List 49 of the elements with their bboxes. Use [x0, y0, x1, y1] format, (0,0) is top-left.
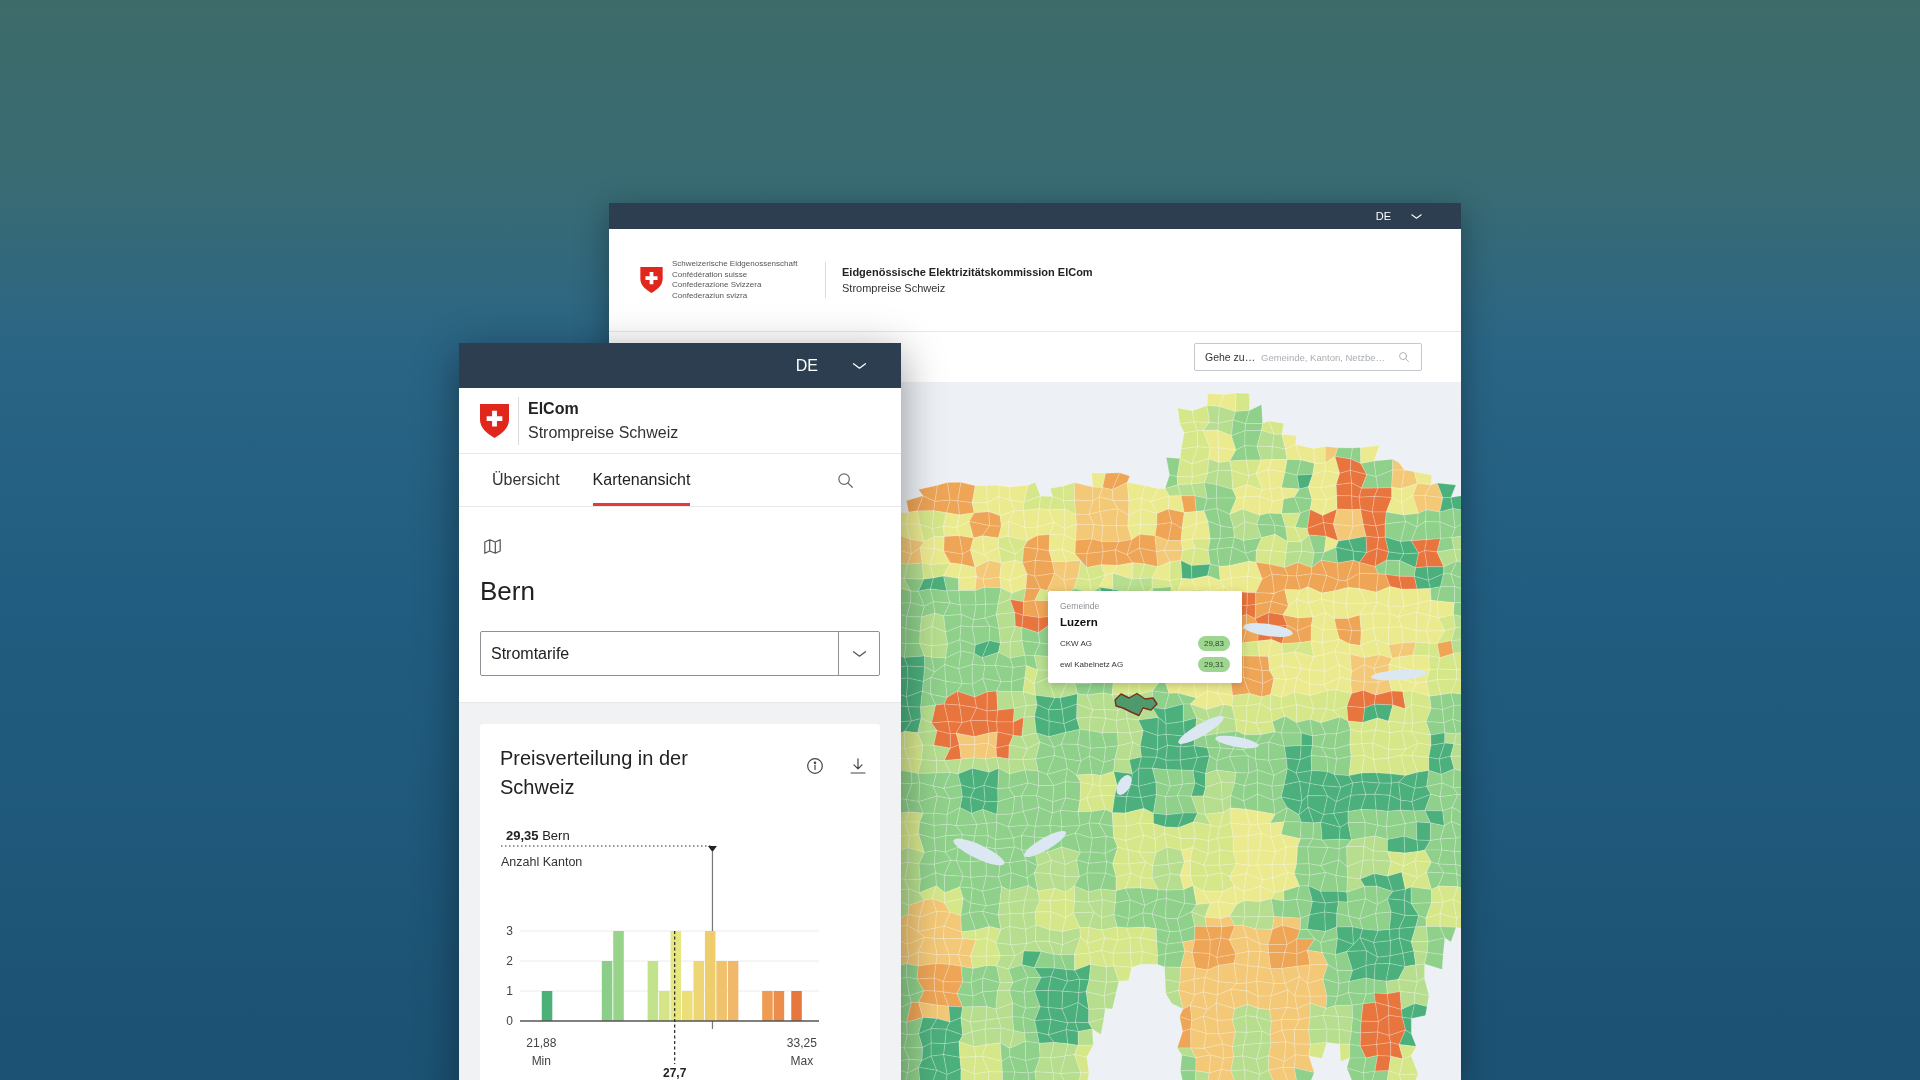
brand-line: Schweizerische Eidgenossenschaft	[672, 259, 798, 270]
language-selector[interactable]: DE	[1375, 209, 1422, 223]
info-icon[interactable]	[807, 758, 823, 774]
brand-line: Confederaziun svizra	[672, 290, 748, 301]
highlighted-area	[1114, 692, 1158, 717]
y-axis-title: Anzahl Kanton	[501, 854, 583, 870]
shield-cross-icon	[640, 267, 663, 293]
app-title: ElCom	[528, 398, 579, 419]
axis-caption: Max	[790, 1054, 814, 1068]
location-title: Bern	[480, 575, 535, 607]
histogram-bar	[727, 961, 739, 1021]
folded-map-icon	[484, 539, 501, 554]
download-icon[interactable]	[850, 758, 866, 774]
y-axis-label: 2	[505, 954, 513, 968]
x-axis-label: 33,25	[786, 1036, 817, 1050]
tab[interactable]: Übersicht	[492, 454, 560, 506]
chevron-down-icon	[852, 362, 867, 369]
operator-name: ewl Kabelnetz AG	[1060, 659, 1124, 670]
shield-cross-icon	[480, 403, 509, 438]
chevron-down-icon	[1411, 213, 1422, 219]
search-label: Gehe zu…	[1205, 350, 1256, 364]
axis-caption: Min	[531, 1054, 551, 1068]
y-axis-label: 0	[505, 1014, 513, 1028]
median-label: 27,7	[662, 1066, 687, 1080]
app-subtitle: Strompreise Schweiz	[528, 422, 679, 443]
dropdown[interactable]: Stromtarife	[480, 631, 880, 676]
price-badge: 29,83	[1197, 636, 1230, 651]
y-axis-label: 1	[505, 984, 513, 998]
y-axis-label: 3	[505, 924, 513, 938]
histogram-bar	[773, 991, 785, 1021]
operator-name: CKW AG	[1060, 638, 1092, 649]
chevron-down-icon	[851, 650, 867, 657]
x-axis-label: 21,88	[526, 1036, 557, 1050]
tooltip-title: Luzern	[1060, 615, 1098, 630]
price-badge: 29,31	[1197, 657, 1230, 672]
search-icon	[1399, 352, 1409, 362]
search-icon[interactable]	[838, 472, 853, 488]
histogram-bar	[791, 991, 802, 1021]
histogram-bar	[762, 991, 773, 1021]
histogram-bar	[541, 991, 553, 1021]
brand-line: Confédération suisse	[672, 269, 748, 280]
tooltip-category: Gemeinde	[1060, 600, 1100, 612]
language-selector[interactable]: DE	[795, 355, 867, 376]
site-title: Eidgenössische Elektrizitätskommission ElCom	[842, 265, 1093, 280]
marker-label: 29,35 Bern	[506, 829, 570, 843]
site-subtitle: Strompreise Schweiz	[842, 281, 946, 296]
card-title: Preisverteilung in der Schweiz	[500, 746, 689, 800]
tab[interactable]: Kartenansicht	[592, 454, 691, 506]
brand-line: Confederazione Svizzera	[672, 280, 762, 291]
